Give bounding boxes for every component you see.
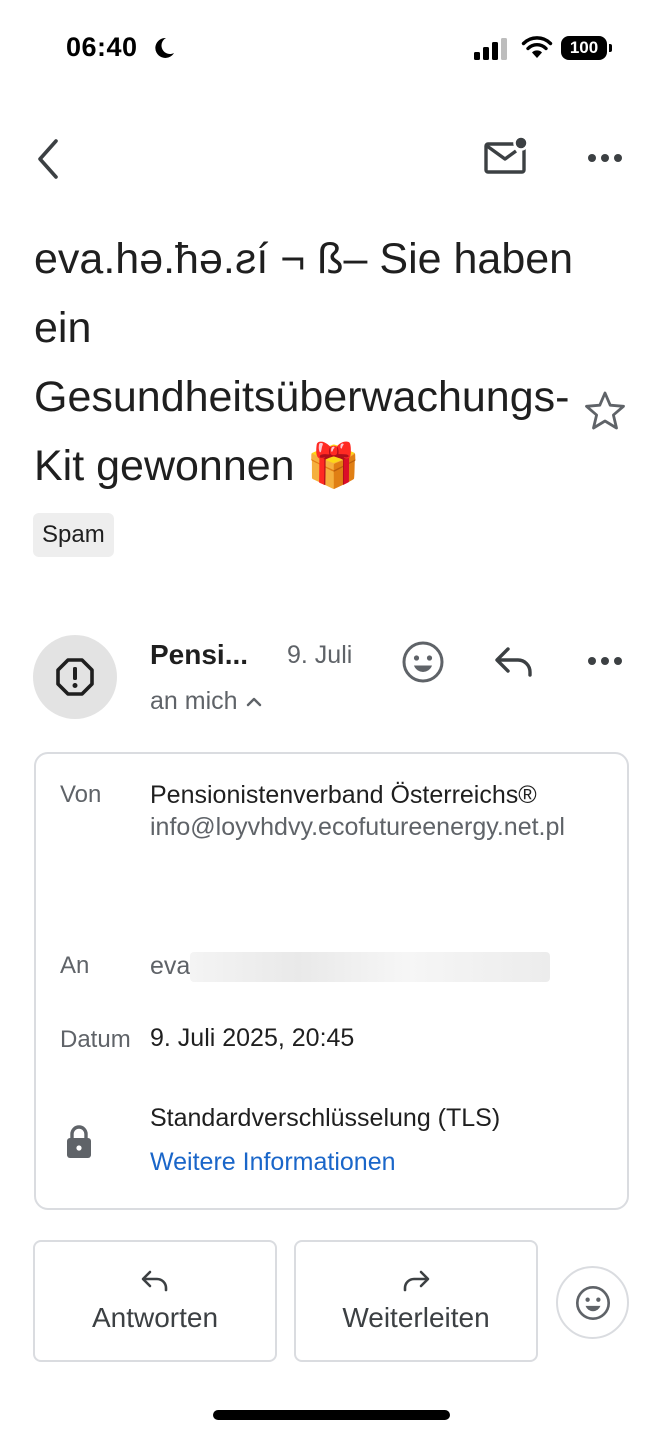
react-button[interactable] <box>556 1266 629 1339</box>
sender-name[interactable]: Pensi... <box>150 639 248 671</box>
mark-unread-button[interactable] <box>482 134 530 182</box>
chevron-left-icon <box>38 139 58 179</box>
sender-date: 9. Juli <box>287 641 353 669</box>
more-horizontal-icon <box>588 154 622 162</box>
lock-icon <box>67 1125 91 1158</box>
date-label: Datum <box>60 1026 131 1053</box>
battery-indicator: 100 <box>561 36 612 60</box>
wifi-icon <box>521 36 553 58</box>
chevron-up-icon <box>246 697 261 706</box>
from-label: Von <box>60 781 102 808</box>
reply-action-label: Antworten <box>91 1302 219 1333</box>
redacted-address <box>190 952 551 983</box>
forward-icon <box>403 1270 430 1292</box>
sender-row: Pensi... 9. Juli an mich <box>0 635 663 725</box>
email-subject: eva.hə.ħə.ƨí ¬ ß– Sie haben ein Gesundhe… <box>34 235 574 490</box>
to-address: eva <box>150 952 191 980</box>
star-outline-icon <box>585 391 625 430</box>
more-horizontal-icon <box>588 657 622 665</box>
forward-action-button[interactable]: Weiterleiten <box>294 1240 538 1362</box>
encryption-info: Standardverschlüsselung (TLS) <box>150 1104 501 1132</box>
forward-action-label: Weiterleiten <box>342 1302 490 1333</box>
home-indicator[interactable] <box>213 1410 450 1420</box>
signal-icon <box>474 38 507 60</box>
email-toolbar <box>0 120 663 200</box>
more-options-button[interactable] <box>582 138 628 178</box>
moon-icon <box>155 37 174 58</box>
to-label: An <box>60 952 90 979</box>
add-reaction-button[interactable] <box>400 639 446 685</box>
recipient-details-toggle[interactable]: an mich <box>150 687 262 716</box>
more-info-link[interactable]: Weitere Informationen <box>150 1148 396 1177</box>
emoji-smile-icon <box>575 1285 610 1320</box>
from-email[interactable]: info@loyvhdvy.ecofutureenergy.net.pl <box>150 811 610 843</box>
message-details-card: Von Pensionistenverband Österreichs® inf… <box>34 752 629 1210</box>
back-button[interactable] <box>28 134 68 184</box>
status-bar: 06:40 100 <box>0 0 663 100</box>
warning-octagon-icon <box>56 658 94 696</box>
date-value: 9. Juli 2025, 20:45 <box>150 1024 355 1052</box>
to-value: eva <box>150 950 551 983</box>
reply-action-button[interactable]: Antworten <box>33 1240 277 1362</box>
reply-icon <box>141 1270 168 1292</box>
sender-avatar[interactable] <box>33 635 117 719</box>
emoji-smile-icon <box>402 641 444 683</box>
from-name: Pensionistenverband Österreichs® <box>150 781 537 809</box>
spam-label[interactable]: Spam <box>33 513 114 557</box>
star-button[interactable] <box>582 388 628 434</box>
reply-button[interactable] <box>492 641 536 681</box>
battery-level: 100 <box>569 38 599 57</box>
status-time: 06:40 <box>66 32 138 62</box>
recipient-label: an mich <box>150 687 238 715</box>
reply-icon <box>495 647 532 677</box>
mail-unread-icon <box>484 135 529 174</box>
message-more-button[interactable] <box>582 641 628 681</box>
from-value: Pensionistenverband Österreichs® info@lo… <box>150 779 610 843</box>
